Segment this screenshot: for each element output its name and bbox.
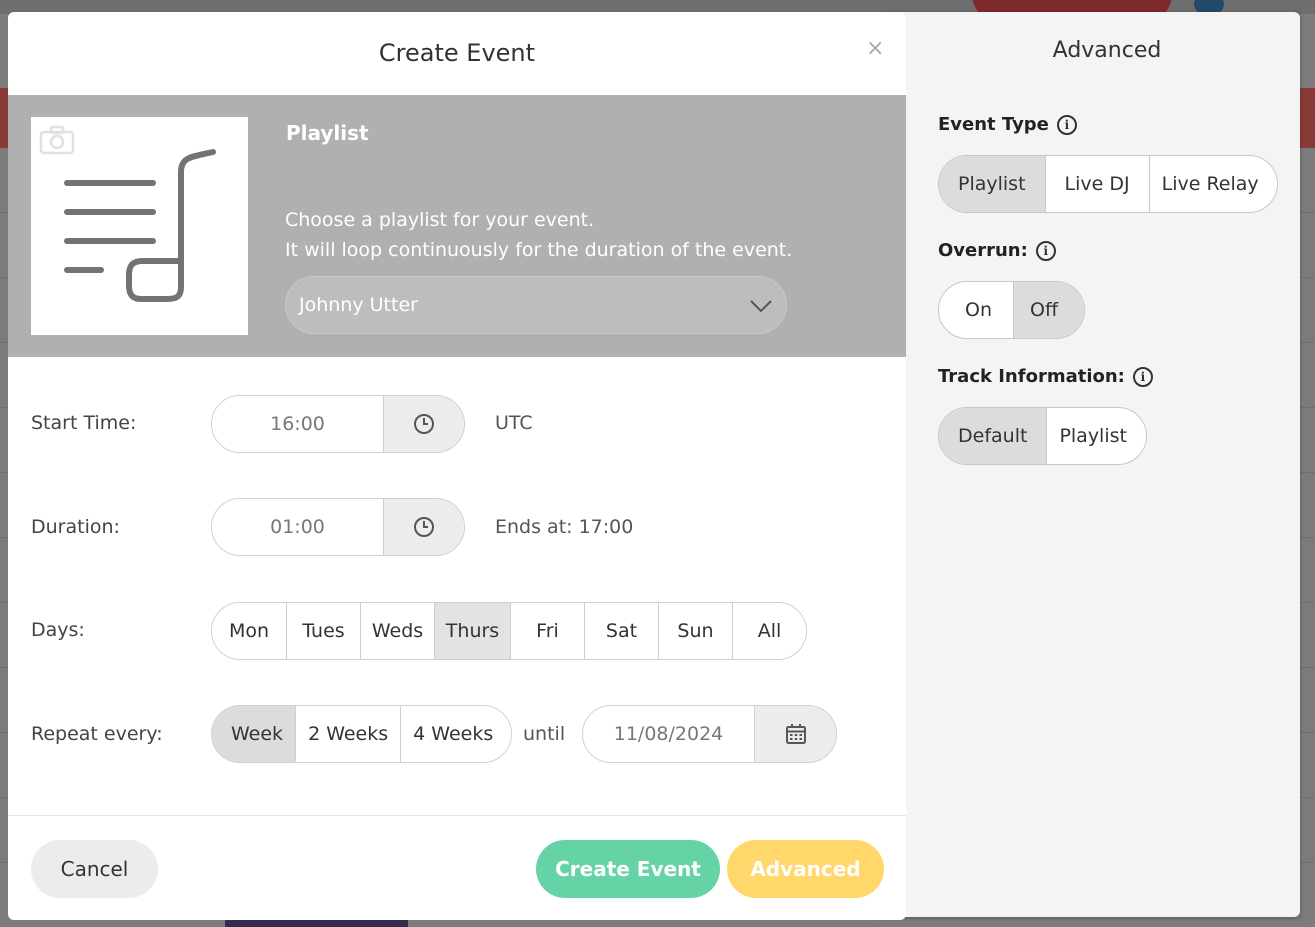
chevron-down-icon <box>750 300 772 313</box>
playlist-select[interactable]: Johnny Utter <box>285 276 787 334</box>
hero-title: Playlist <box>286 121 369 145</box>
repeat-label: Repeat every: <box>31 723 163 745</box>
repeat-option-week[interactable]: Week <box>212 706 296 762</box>
clock-icon <box>414 414 434 434</box>
day-option-mon[interactable]: Mon <box>212 603 286 659</box>
until-date-input[interactable]: 11/08/2024 <box>583 706 754 762</box>
info-icon[interactable]: i <box>1056 114 1077 135</box>
advanced-button[interactable]: Advanced <box>727 840 884 898</box>
ends-at-label: Ends at: 17:00 <box>495 516 634 538</box>
overrun-label-text: Overrun: <box>938 240 1028 261</box>
until-label: until <box>523 723 566 745</box>
duration-field: 01:00 <box>211 498 465 556</box>
calendar-icon <box>785 724 806 744</box>
start-time-field: 16:00 <box>211 395 465 453</box>
advanced-panel-title: Advanced <box>1052 38 1162 63</box>
playlist-select-value: Johnny Utter <box>299 294 418 316</box>
event-type-option-live-relay[interactable]: Live Relay <box>1148 156 1277 212</box>
clock-icon <box>414 517 434 537</box>
until-date-field: 11/08/2024 <box>582 705 837 763</box>
playlist-icon <box>64 149 216 302</box>
event-type-option-live-dj[interactable]: Live DJ <box>1044 156 1149 212</box>
footer-divider <box>8 815 906 816</box>
duration-label: Duration: <box>31 516 120 538</box>
event-type-label: Event Type i <box>938 114 1077 135</box>
day-option-all[interactable]: All <box>732 603 806 659</box>
event-type-selector: Playlist Live DJ Live Relay <box>938 155 1278 213</box>
playlist-artwork[interactable] <box>31 117 248 335</box>
repeat-option-4-weeks[interactable]: 4 Weeks <box>400 706 512 762</box>
track-info-label-text: Track Information: <box>938 366 1125 387</box>
info-icon[interactable]: i <box>1035 240 1056 261</box>
event-type-option-playlist[interactable]: Playlist <box>939 156 1045 212</box>
hero-description-line: It will loop continuously for the durati… <box>285 239 793 261</box>
days-selector: Mon Tues Weds Thurs Fri Sat Sun All <box>211 602 807 660</box>
date-picker-button[interactable] <box>754 706 836 762</box>
day-option-sun[interactable]: Sun <box>658 603 732 659</box>
day-option-thurs[interactable]: Thurs <box>434 603 510 659</box>
track-info-option-playlist[interactable]: Playlist <box>1046 408 1146 464</box>
cancel-button[interactable]: Cancel <box>31 840 158 898</box>
timezone-label: UTC <box>495 412 533 434</box>
repeat-selector: Week 2 Weeks 4 Weeks <box>211 705 513 763</box>
event-type-label-text: Event Type <box>938 114 1049 135</box>
start-time-label: Start Time: <box>31 412 137 434</box>
overrun-option-off[interactable]: Off <box>1013 282 1085 338</box>
hero-description-line: Choose a playlist for your event. <box>285 209 595 231</box>
track-info-selector: Default Playlist <box>938 407 1147 465</box>
track-info-label: Track Information: i <box>938 366 1153 387</box>
close-icon[interactable]: × <box>866 36 884 61</box>
hero-description: Choose a playlist for your event. It wil… <box>285 205 792 265</box>
day-option-fri[interactable]: Fri <box>510 603 584 659</box>
create-event-modal: Create Event × Playlist Choose a playlis… <box>8 12 906 920</box>
info-icon[interactable]: i <box>1132 366 1153 387</box>
overrun-selector: On Off <box>938 281 1086 339</box>
start-time-input[interactable]: 16:00 <box>212 396 383 452</box>
repeat-option-2-weeks[interactable]: 2 Weeks <box>295 706 401 762</box>
overrun-option-on[interactable]: On <box>939 282 1013 338</box>
days-label: Days: <box>31 619 85 641</box>
modal-title: Create Event <box>378 39 536 67</box>
start-time-picker-button[interactable] <box>383 396 464 452</box>
advanced-panel: Advanced Event Type i Playlist Live DJ L… <box>880 12 1300 917</box>
day-option-sat[interactable]: Sat <box>584 603 658 659</box>
overrun-label: Overrun: i <box>938 240 1056 261</box>
playlist-hero: Playlist Choose a playlist for your even… <box>8 95 906 357</box>
create-event-button[interactable]: Create Event <box>536 840 720 898</box>
duration-input[interactable]: 01:00 <box>212 499 383 555</box>
duration-picker-button[interactable] <box>383 499 464 555</box>
track-info-option-default[interactable]: Default <box>939 408 1047 464</box>
day-option-tues[interactable]: Tues <box>286 603 360 659</box>
day-option-weds[interactable]: Weds <box>360 603 434 659</box>
